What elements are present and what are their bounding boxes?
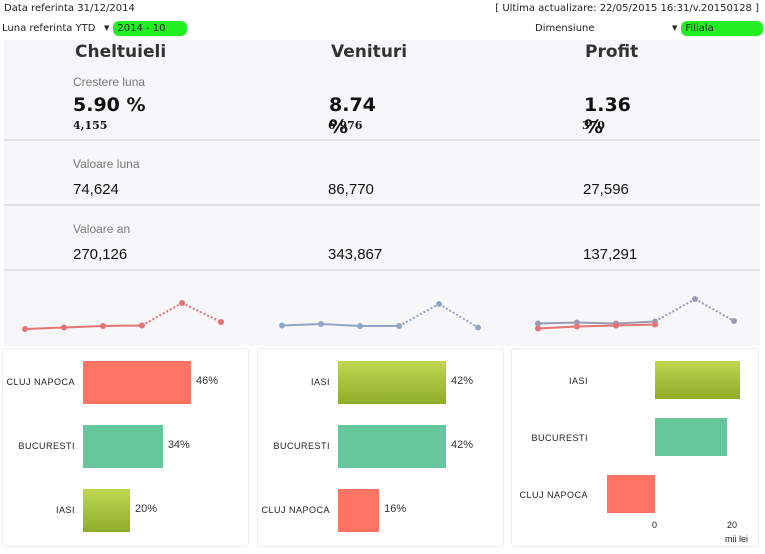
bar	[338, 361, 446, 404]
sparkline-segment	[102, 324, 143, 327]
bar-category-label: IASI	[568, 376, 588, 386]
sparkline-segment	[320, 323, 361, 327]
sparkline-segment	[615, 320, 656, 325]
bar-chart-venituri: IASI 42% BUCURESTI 42% CLUJ NAPOCA 16%	[257, 348, 504, 547]
sparkline-profit	[535, 296, 737, 332]
valoare-an: 343,867	[328, 246, 383, 263]
sparkline-segment	[281, 323, 322, 327]
sparkline-point	[218, 319, 224, 325]
sparkline-segment	[181, 302, 222, 323]
bar-category-label: BUCURESTI	[273, 441, 330, 451]
dimensiune-value[interactable]: Filiala	[681, 20, 764, 36]
bar-category-label: IASI	[55, 505, 75, 515]
sparkline-point	[22, 326, 28, 332]
bar-value-label: 34%	[167, 439, 190, 451]
crestere-abs: 370	[582, 119, 605, 132]
valoare-an: 270,126	[73, 246, 128, 263]
ultima-actualizare: [ Ultima actualizare: 22/05/2015 16:31/v…	[495, 3, 759, 14]
valoare-luna: 74,624	[73, 181, 119, 198]
bar-category-label: CLUJ NAPOCA	[261, 505, 330, 515]
sparkline-segment	[615, 323, 656, 327]
bar	[655, 361, 740, 399]
sparkline-segment	[398, 303, 440, 327]
sparkline-segment	[576, 321, 617, 325]
sparkline-point	[100, 323, 106, 329]
bar-chart-cheltuieli: CLUJ NAPOCA 46% BUCURESTI 34% IASI 20%	[2, 348, 249, 547]
bar	[606, 475, 655, 513]
valoare-luna-label: Valoare luna	[73, 157, 140, 171]
row-divider	[4, 204, 760, 206]
dropdown-arrow-icon[interactable]: ▼	[672, 24, 677, 32]
x-tick-label: 0	[652, 520, 658, 530]
bar-value-label: 42%	[451, 439, 474, 451]
sparkline-segment	[141, 302, 183, 327]
luna-referinta-label: Luna referinta YTD	[2, 22, 96, 34]
sparkline-point	[179, 300, 185, 306]
bar-value-label: 46%	[196, 375, 219, 387]
sparkline-point	[139, 322, 145, 329]
valoare-luna: 27,596	[583, 181, 629, 198]
sparkline-point	[396, 323, 402, 329]
luna-referinta-filter[interactable]: Luna referinta YTD ▼ 2014 - 10	[2, 20, 188, 36]
sparkline-segment	[576, 324, 617, 328]
sparkline-point	[318, 321, 324, 327]
sparkline-segment	[694, 298, 735, 322]
sparkline-point	[357, 323, 363, 329]
bar-category-label: BUCURESTI	[18, 441, 75, 451]
bar-category-label: IASI	[310, 377, 330, 387]
kpi-title: Venituri	[331, 42, 408, 62]
dimensiune-filter[interactable]: Dimensiune ▼ Filiala	[535, 20, 764, 36]
sparkline-cheltuieli	[22, 300, 224, 332]
bar	[338, 425, 446, 468]
sparkline-point	[61, 324, 67, 331]
luna-referinta-value[interactable]: 2014 - 10	[113, 20, 188, 36]
sparkline-segment	[63, 325, 104, 329]
sparkline-point	[731, 318, 737, 324]
sparkline-point	[535, 325, 541, 332]
bar-value-label: 42%	[451, 375, 474, 387]
valoare-luna: 86,770	[328, 181, 374, 198]
bar-value-label: 20%	[134, 503, 157, 515]
crestere-abs: 4,155	[73, 119, 108, 132]
sparkline-venituri	[279, 301, 481, 331]
bar	[83, 425, 163, 468]
x-tick-label: 20	[727, 520, 738, 530]
x-axis-label: mii lei	[725, 534, 749, 544]
valoare-an: 137,291	[583, 246, 638, 263]
sparkline-point	[436, 301, 442, 307]
bar-category-label: CLUJ NAPOCA	[6, 377, 75, 387]
sparkline-segment	[438, 303, 479, 329]
sparkline-point	[652, 321, 658, 328]
bar-category-label: CLUJ NAPOCA	[519, 490, 588, 500]
sparkline-segment	[537, 321, 578, 325]
dropdown-arrow-icon[interactable]: ▼	[104, 24, 109, 32]
kpi-title: Profit	[585, 42, 639, 62]
sparkline-segment	[537, 325, 578, 330]
bar-chart-profit: IASI BUCURESTI CLUJ NAPOCA 0 20 mii lei	[511, 348, 759, 547]
crestere-pct: 5.90 %	[73, 94, 146, 116]
crestere-abs: 6,976	[328, 119, 363, 132]
row-divider	[4, 139, 760, 141]
sparkline-point	[475, 324, 481, 331]
bar	[83, 361, 191, 404]
kpi-panel: Cheltuieli Crestere luna 5.90 % 4,155 Va…	[4, 40, 760, 272]
data-referinta: Data referinta 31/12/2014	[4, 3, 135, 14]
bar	[655, 418, 727, 456]
valoare-an-label: Valoare an	[73, 222, 131, 236]
crestere-luna-label: Crestere luna	[73, 75, 146, 89]
sparkline-point	[574, 323, 580, 330]
sparkline-segment	[654, 298, 696, 323]
sparkline-segment	[24, 326, 65, 330]
bar-value-label: 16%	[384, 503, 407, 515]
sparkline-point	[613, 322, 619, 329]
dimensiune-label: Dimensiune	[535, 22, 595, 34]
row-divider	[4, 269, 760, 271]
bar-category-label: BUCURESTI	[531, 433, 588, 443]
kpi-title: Cheltuieli	[75, 42, 167, 62]
sparkline-point	[279, 322, 285, 329]
bar	[83, 489, 130, 532]
bar	[338, 489, 380, 532]
sparkline-point	[692, 296, 698, 302]
